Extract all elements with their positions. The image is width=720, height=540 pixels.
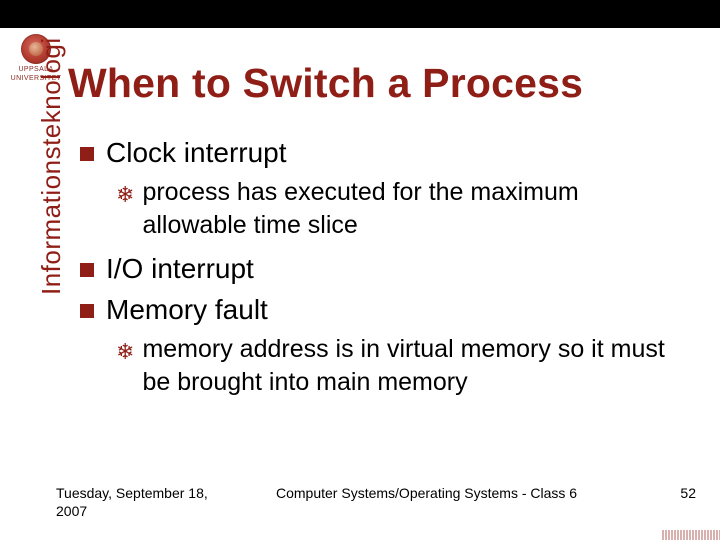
- sub-bullet-time-slice: ❄ process has executed for the maximum a…: [116, 176, 680, 241]
- slide-footer: Tuesday, September 18, 2007 Computer Sys…: [56, 485, 696, 520]
- footer-course: Computer Systems/Operating Systems - Cla…: [236, 485, 656, 501]
- bullet-text: Clock interrupt: [106, 135, 287, 170]
- sub-bullet-text: memory address is in virtual memory so i…: [142, 333, 680, 398]
- bullet-text: Memory fault: [106, 292, 268, 327]
- snowflake-bullet-icon: ❄: [116, 338, 134, 367]
- bullet-clock-interrupt: Clock interrupt: [80, 135, 680, 170]
- bullet-io-interrupt: I/O interrupt: [80, 251, 680, 286]
- square-bullet-icon: [80, 147, 94, 161]
- slide-title: When to Switch a Process: [68, 60, 583, 107]
- footer-date: Tuesday, September 18, 2007: [56, 485, 236, 520]
- bullet-text: I/O interrupt: [106, 251, 254, 286]
- bullet-memory-fault: Memory fault: [80, 292, 680, 327]
- slide-content: Clock interrupt ❄ process has executed f…: [80, 135, 680, 408]
- footer-page-number: 52: [656, 485, 696, 501]
- square-bullet-icon: [80, 304, 94, 318]
- sidebar-label: Informationsteknologi: [36, 37, 67, 295]
- snowflake-bullet-icon: ❄: [116, 181, 134, 210]
- top-black-band: [0, 0, 720, 28]
- square-bullet-icon: [80, 263, 94, 277]
- corner-accent-icon: [662, 530, 720, 540]
- sub-bullet-virtual-memory: ❄ memory address is in virtual memory so…: [116, 333, 680, 398]
- sub-bullet-text: process has executed for the maximum all…: [142, 176, 680, 241]
